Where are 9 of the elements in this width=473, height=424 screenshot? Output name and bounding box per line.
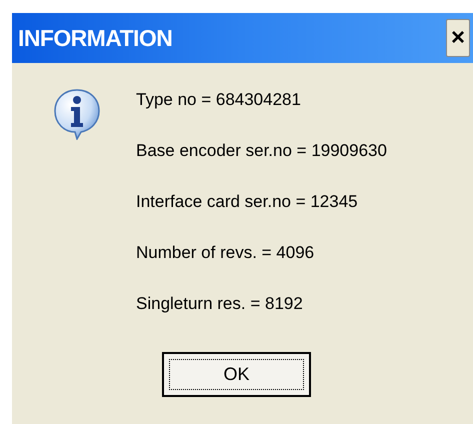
window-title: INFORMATION — [18, 24, 172, 53]
close-button[interactable]: × — [446, 19, 470, 57]
ok-button[interactable]: OK — [162, 352, 311, 397]
info-text: Base encoder ser.no = 19909630 — [136, 140, 387, 162]
info-text: Number of revs. = 4096 — [136, 242, 316, 264]
info-text: Singleturn res. = 8192 — [136, 293, 304, 315]
info-icon — [53, 88, 101, 140]
info-text: Type no = 684304281 — [136, 89, 302, 111]
info-text: Interface card ser.no = 12345 — [136, 191, 359, 213]
